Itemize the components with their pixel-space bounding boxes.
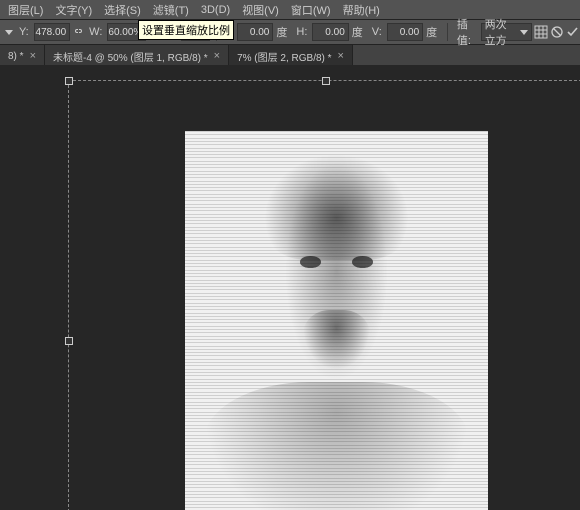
menu-filter[interactable]: 滤镜(T) (147, 0, 195, 20)
separator2 (447, 23, 448, 41)
chevron-down-icon (520, 30, 528, 35)
tooltip: 设置垂直缩放比例 (138, 20, 234, 40)
interp-dropdown[interactable]: 两次立方 (481, 23, 532, 41)
v-label: V: (369, 26, 385, 38)
deg1-label: 度 (275, 24, 291, 40)
close-icon[interactable]: × (30, 50, 36, 62)
hh-field[interactable]: 0.00 (312, 23, 348, 41)
close-icon[interactable]: × (214, 50, 220, 62)
menu-view[interactable]: 视图(V) (236, 0, 285, 20)
commit-icon[interactable] (566, 24, 580, 40)
deg3-label: 度 (425, 24, 441, 40)
menu-select[interactable]: 选择(S) (98, 0, 147, 20)
deg2-label: 度 (351, 24, 367, 40)
handle-top-mid[interactable] (322, 77, 330, 85)
handle-top-left[interactable] (65, 77, 73, 85)
interp-label: 插值: (454, 16, 479, 48)
image-content (185, 131, 488, 510)
triangle-icon[interactable] (2, 24, 14, 40)
angle-field[interactable]: 0.00 (237, 23, 273, 41)
w-label: W: (86, 26, 105, 38)
menu-type[interactable]: 文字(Y) (49, 0, 98, 20)
cancel-icon[interactable] (550, 24, 564, 40)
canvas-area[interactable] (0, 65, 580, 510)
y-label: Y: (16, 26, 32, 38)
menu-help[interactable]: 帮助(H) (337, 0, 386, 20)
tab-doc2[interactable]: 未标题-4 @ 50% (图层 1, RGB/8) *× (45, 45, 229, 67)
link-icon[interactable] (72, 24, 84, 40)
grid-icon[interactable] (534, 24, 548, 40)
menu-layer[interactable]: 图层(L) (2, 0, 49, 20)
options-bar: Y: 478.00 W: 60.00% H: 60 0.00 度 H: 0.00… (0, 20, 580, 45)
tab-doc3[interactable]: 7% (图层 2, RGB/8) *× (229, 45, 353, 67)
handle-mid-left[interactable] (65, 337, 73, 345)
menu-window[interactable]: 窗口(W) (285, 0, 337, 20)
close-icon[interactable]: × (338, 50, 344, 62)
y-field[interactable]: 478.00 (34, 23, 70, 41)
v-field[interactable]: 0.00 (387, 23, 423, 41)
tab-doc1[interactable]: 8) *× (0, 45, 45, 67)
menu-3d[interactable]: 3D(D) (195, 2, 236, 18)
hh-label: H: (293, 26, 310, 38)
